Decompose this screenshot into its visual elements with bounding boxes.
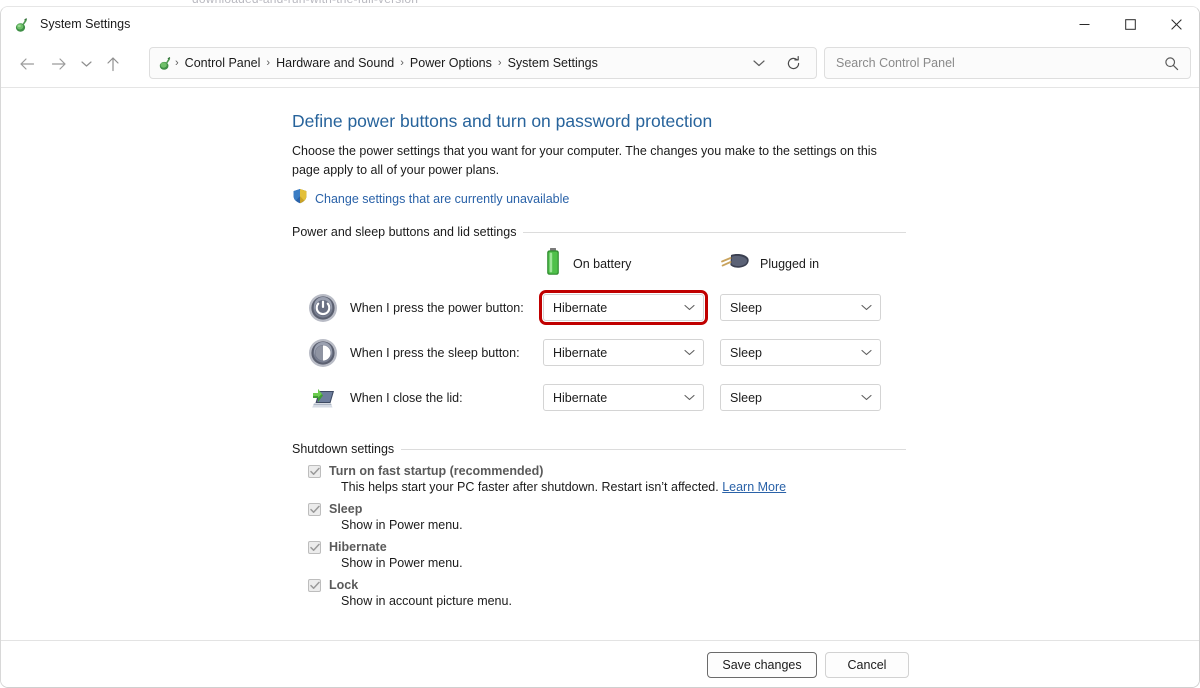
breadcrumb-item-control-panel[interactable]: Control Panel [180,53,266,73]
checkbox-description-lock: Show in account picture menu. [341,594,512,608]
checkbox-description-sleep: Show in Power menu. [341,518,463,532]
checkbox-row-sleep[interactable]: Sleep [308,502,906,516]
column-headers: On battery Plugged in [292,243,906,285]
shutdown-group-header: Shutdown settings [292,442,906,456]
system-settings-window: System Settings › Control Panel › Hardwa… [0,6,1200,688]
checkbox-hibernate[interactable] [308,540,321,554]
breadcrumb-separator: › [175,57,179,69]
checkbox-label-lock: Lock [329,578,359,592]
maximize-button[interactable] [1107,7,1153,41]
combo-value: Sleep [730,300,762,315]
breadcrumb-item-system-settings[interactable]: System Settings [503,53,603,73]
breadcrumb-item-hardware-and-sound[interactable]: Hardware and Sound [271,53,399,73]
combo-close-lid-on-battery[interactable]: Hibernate [543,384,704,411]
battery-icon [543,247,563,282]
checkbox-label-fast-startup: Turn on fast startup (recommended) [329,464,544,478]
power-group-header: Power and sleep buttons and lid settings [292,225,906,239]
check-item-lock: Lock Show in account picture menu. [292,578,906,608]
combo-value: Hibernate [553,345,608,360]
control-panel-icon [14,16,31,33]
combo-sleep-button-on-battery[interactable]: Hibernate [543,339,704,366]
setting-row-power-button: When I press the power button: Hibernate… [292,285,906,330]
address-bar[interactable]: › Control Panel › Hardware and Sound › P… [149,47,817,79]
setting-label-sleep-button: When I press the sleep button: [350,345,520,360]
checkbox-description-fast-startup: This helps start your PC faster after sh… [341,480,906,494]
checkbox-description-hibernate: Show in Power menu. [341,556,463,570]
content-area: Define power buttons and turn on passwor… [1,88,1199,640]
forward-button[interactable] [43,48,75,80]
footer-bar: Save changes Cancel [1,641,1199,687]
window-controls [1061,7,1199,41]
window-title: System Settings [40,17,131,31]
search-control-panel-box[interactable]: Search Control Panel [824,47,1191,79]
combo-value: Hibernate [553,390,608,405]
breadcrumb-item-power-options[interactable]: Power Options [405,53,497,73]
check-item-fast-startup: Turn on fast startup (recommended) This … [292,464,906,494]
checkbox-fast-startup[interactable] [308,464,321,478]
title-bar: System Settings [1,7,1199,41]
uac-shield-icon [292,188,308,209]
column-plugged-in-label: Plugged in [760,257,820,271]
chevron-down-icon [861,304,872,311]
combo-sleep-button-plugged-in[interactable]: Sleep [720,339,881,366]
learn-more-link[interactable]: Learn More [722,480,786,494]
checkbox-row-fast-startup[interactable]: Turn on fast startup (recommended) [308,464,906,478]
laptop-lid-icon [308,383,338,413]
group-divider [523,231,906,233]
chevron-down-icon [684,394,695,401]
combo-power-button-plugged-in[interactable]: Sleep [720,294,881,321]
combo-value: Hibernate [553,300,608,315]
check-item-hibernate: Hibernate Show in Power menu. [292,540,906,570]
close-button[interactable] [1153,7,1199,41]
minimize-button[interactable] [1061,7,1107,41]
search-input[interactable]: Search Control Panel [836,56,955,70]
setting-row-close-lid: When I close the lid: Hibernate Sleep [292,375,906,420]
breadcrumb-separator: › [497,57,502,69]
save-changes-button[interactable]: Save changes [707,651,817,678]
column-plugged-in: Plugged in [720,251,897,278]
sleep-button-icon [308,338,338,368]
column-on-battery: On battery [543,247,720,282]
chevron-down-icon [861,349,872,356]
checkbox-row-hibernate[interactable]: Hibernate [308,540,906,554]
group-divider [401,448,906,450]
setting-label-close-lid: When I close the lid: [350,390,463,405]
combo-value: Sleep [730,390,762,405]
page-title: Define power buttons and turn on passwor… [292,111,713,131]
chevron-down-icon [861,394,872,401]
power-button-icon [308,293,338,323]
check-item-sleep: Sleep Show in Power menu. [292,502,906,532]
chevron-down-icon [684,304,695,311]
refresh-icon[interactable] [780,50,806,76]
combo-close-lid-plugged-in[interactable]: Sleep [720,384,881,411]
up-button[interactable] [97,48,129,80]
combo-value: Sleep [730,345,762,360]
setting-row-sleep-button: When I press the sleep button: Hibernate… [292,330,906,375]
power-group-label: Power and sleep buttons and lid settings [292,225,517,239]
chevron-down-icon [684,349,695,356]
checkbox-sleep[interactable] [308,502,321,516]
shutdown-settings-section: Shutdown settings Turn on fast startup (… [292,442,906,608]
column-on-battery-label: On battery [573,257,632,271]
cancel-button[interactable]: Cancel [825,651,909,678]
navigation-toolbar: › Control Panel › Hardware and Sound › P… [1,41,1199,87]
search-icon[interactable] [1164,56,1179,71]
checkbox-lock[interactable] [308,578,321,592]
combo-power-button-on-battery[interactable]: Hibernate [539,290,708,325]
breadcrumb-control-panel-icon [158,55,174,71]
checkbox-label-sleep: Sleep [329,502,363,516]
back-button[interactable] [11,48,43,80]
setting-label-power-button: When I press the power button: [350,300,524,315]
checkbox-row-lock[interactable]: Lock [308,578,906,592]
recent-locations-button[interactable] [75,48,97,80]
previous-locations-chevron-icon[interactable] [746,50,772,76]
shutdown-group-label: Shutdown settings [292,442,395,456]
fast-startup-description-text: This helps start your PC faster after sh… [341,480,719,494]
checkbox-label-hibernate: Hibernate [329,540,387,554]
change-settings-link-label[interactable]: Change settings that are currently unava… [315,192,569,206]
change-settings-link[interactable]: Change settings that are currently unava… [292,188,906,209]
page-description: Choose the power settings that you want … [292,144,877,177]
power-plug-icon [720,251,750,278]
